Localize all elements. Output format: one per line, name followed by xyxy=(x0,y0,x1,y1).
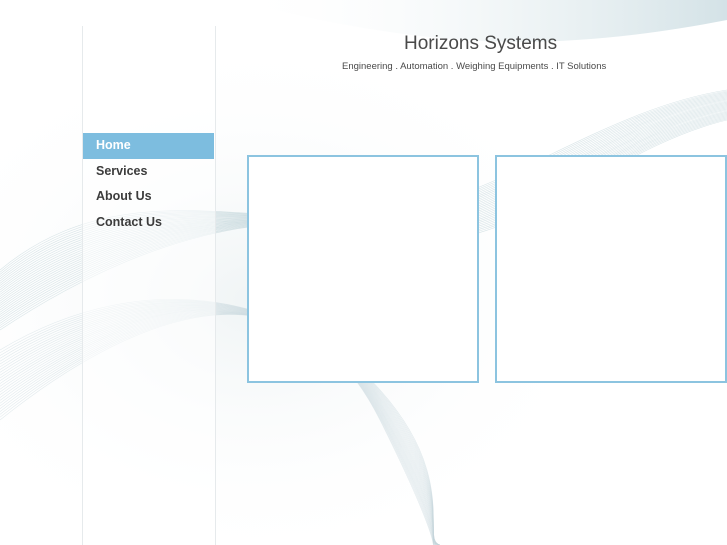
content-panel-left xyxy=(247,155,479,383)
nav-item-services[interactable]: Services xyxy=(83,159,214,185)
nav-item-about-us[interactable]: About Us xyxy=(83,184,214,210)
site-title: Horizons Systems xyxy=(404,33,558,54)
nav-item-home[interactable]: Home xyxy=(83,133,214,159)
site-tagline: Engineering . Automation . Weighing Equi… xyxy=(342,61,607,72)
content-panel-right xyxy=(495,155,727,383)
sidebar-column xyxy=(82,26,216,545)
main-nav: Home Services About Us Contact Us xyxy=(83,133,214,235)
nav-item-contact-us[interactable]: Contact Us xyxy=(83,210,214,236)
